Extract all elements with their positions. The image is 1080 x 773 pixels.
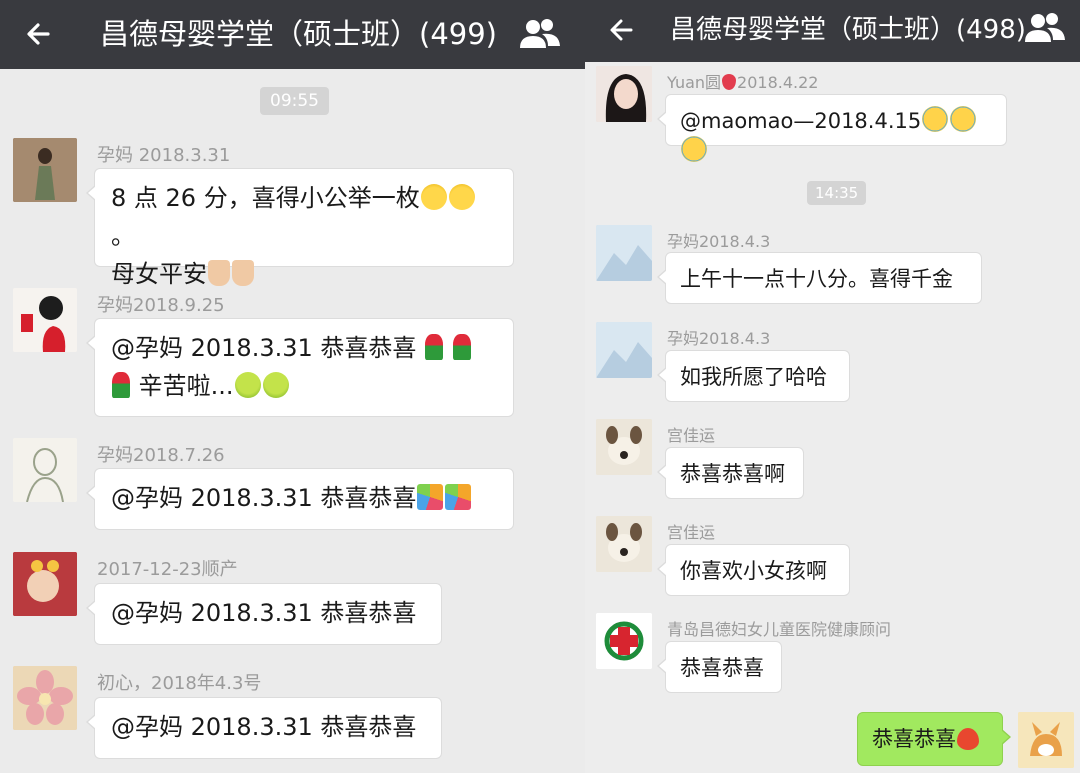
message-bubble[interactable]: 恭喜恭喜 — [657, 641, 782, 693]
sender-name: 孕妈2018.4.3 — [667, 232, 771, 251]
sender-name-part: 2018.4.22 — [737, 73, 819, 92]
avatar-landscape-icon — [596, 225, 652, 281]
avatar[interactable] — [596, 225, 652, 281]
rose-icon — [452, 334, 471, 360]
avatar[interactable] — [13, 288, 77, 352]
message-text: @maomao—2018.4.15 — [680, 109, 922, 133]
praying-hands-icon — [208, 260, 230, 286]
avatar-portrait-icon — [596, 66, 652, 122]
chat-title: 昌德母婴学堂（硕士班）(498) — [670, 15, 1026, 45]
message-bubble[interactable]: 恭喜恭喜啊 — [657, 447, 804, 499]
chat-title: 昌德母婴学堂（硕士班）(499) — [100, 17, 497, 51]
hospital-logo-icon — [596, 613, 652, 669]
message-text: 上午十一点十八分。喜得千金 — [680, 267, 953, 291]
message-bubble[interactable]: 8 点 26 分，喜得小公举一枚。 母女平安 — [86, 168, 514, 288]
heart-icon — [957, 728, 979, 750]
sender-name: 孕妈2018.4.3 — [667, 329, 771, 348]
chat-pane-left: 昌德母婴学堂（硕士班）(499) 09:55 孕妈 2018.3.31 8 点 … — [0, 0, 585, 773]
avatar-corgi-icon — [1018, 712, 1074, 768]
praying-hands-icon — [232, 260, 254, 286]
tears-of-joy-icon — [922, 106, 949, 132]
avatar[interactable] — [13, 552, 77, 616]
tears-of-joy-icon — [681, 136, 707, 162]
message-text-end: 。 — [111, 222, 135, 250]
message-text: @孕妈 2018.3.31 恭喜恭喜 — [111, 484, 417, 512]
message-bubble[interactable]: @孕妈 2018.3.31 恭喜恭喜 — [86, 468, 514, 530]
avatar-landscape-icon — [596, 322, 652, 378]
party-popper-icon — [445, 484, 472, 510]
avatar[interactable] — [596, 516, 652, 572]
message-text: 你喜欢小女孩啊 — [680, 559, 827, 583]
avatar-illustration-icon — [13, 288, 77, 352]
message-bubble[interactable]: 上午十一点十八分。喜得千金 — [657, 252, 982, 304]
blush-emoji-icon — [420, 184, 447, 210]
timestamp: 09:55 — [260, 87, 329, 115]
group-members-icon[interactable] — [1020, 8, 1070, 48]
message-bubble[interactable]: @孕妈 2018.3.31 恭喜恭喜 — [86, 697, 442, 759]
avatar[interactable] — [596, 66, 652, 122]
message-text: 恭喜恭喜 — [872, 727, 956, 751]
message-text: 辛苦啦... — [138, 372, 234, 400]
avatar-sketch-icon — [13, 438, 77, 502]
avatar-dog-icon — [596, 516, 652, 572]
sender-name: 初心，2018年4.3号 — [97, 673, 262, 694]
sender-name: 宫佳运 — [667, 523, 716, 542]
message-text: 母女平安 — [111, 260, 207, 288]
rose-icon — [425, 334, 444, 360]
message-bubble[interactable]: 你喜欢小女孩啊 — [657, 544, 850, 596]
sender-name: 宫佳运 — [667, 426, 716, 445]
avatar[interactable] — [596, 419, 652, 475]
message-text: @孕妈 2018.3.31 恭喜恭喜 — [111, 713, 417, 741]
message-text: @孕妈 2018.3.31 恭喜恭喜 — [111, 599, 417, 627]
avatar[interactable] — [13, 438, 77, 502]
chick-emoji-icon — [234, 372, 261, 398]
my-message-bubble[interactable]: 恭喜恭喜 — [857, 712, 1011, 766]
message-text: 8 点 26 分，喜得小公举一枚 — [111, 184, 420, 212]
sender-name: 2017-12-23顺产 — [97, 559, 238, 580]
message-text: 恭喜恭喜啊 — [680, 462, 785, 486]
message-bubble[interactable]: @孕妈 2018.3.31 恭喜恭喜 — [86, 583, 442, 645]
avatar-baby-icon — [13, 552, 77, 616]
message-text: 恭喜恭喜 — [680, 656, 764, 680]
sender-name: 青岛昌德妇女儿童医院健康顾问 — [667, 620, 892, 639]
back-arrow-icon[interactable] — [20, 14, 60, 54]
avatar[interactable] — [596, 322, 652, 378]
my-avatar[interactable] — [1018, 712, 1074, 768]
message-bubble[interactable]: 如我所愿了哈哈 — [657, 350, 850, 402]
top-bar: 昌德母婴学堂（硕士班）(498) — [585, 0, 1080, 62]
chat-pane-right: 昌德母婴学堂（硕士班）(498) Yuan圆 2018.4.22 @maomao—… — [585, 0, 1080, 773]
tears-of-joy-icon — [950, 106, 977, 132]
top-bar: 昌德母婴学堂（硕士班）(499) — [0, 0, 585, 69]
group-members-icon[interactable] — [515, 14, 565, 54]
sender-name: 孕妈2018.7.26 — [97, 445, 225, 466]
avatar-flower-icon — [13, 666, 77, 730]
avatar-dog-icon — [596, 419, 652, 475]
sender-name: Yuan圆 2018.4.22 — [667, 69, 818, 93]
blush-emoji-icon — [448, 184, 475, 210]
avatar[interactable] — [13, 138, 77, 202]
chick-emoji-icon — [262, 372, 289, 398]
avatar-photo-icon — [13, 138, 77, 202]
strawberry-icon — [722, 74, 737, 90]
message-text: @孕妈 2018.3.31 恭喜恭喜 — [111, 334, 417, 362]
avatar[interactable] — [13, 666, 77, 730]
back-arrow-icon[interactable] — [603, 10, 643, 50]
avatar[interactable] — [596, 613, 652, 669]
rose-icon — [112, 372, 130, 398]
timestamp: 14:35 — [807, 181, 867, 205]
sender-name: 孕妈2018.9.25 — [97, 295, 225, 316]
sender-name-part: Yuan圆 — [667, 73, 722, 92]
message-bubble[interactable]: @孕妈 2018.3.31 恭喜恭喜 辛苦啦... — [86, 318, 514, 417]
party-popper-icon — [417, 484, 444, 510]
message-text: 如我所愿了哈哈 — [680, 365, 827, 389]
sender-name: 孕妈 2018.3.31 — [97, 145, 231, 166]
message-bubble[interactable]: @maomao—2018.4.15 — [657, 94, 1007, 162]
